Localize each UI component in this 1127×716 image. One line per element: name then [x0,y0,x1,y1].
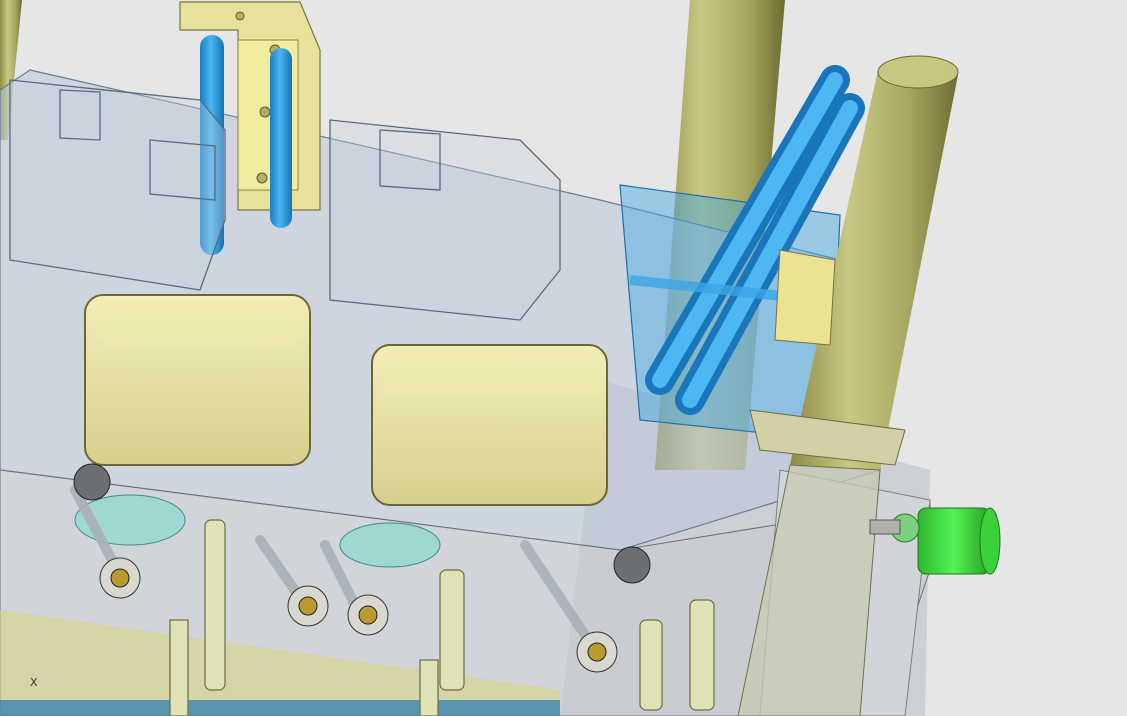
cavity-insert-left [84,294,311,466]
yellow-spacer [774,249,836,346]
cad-viewport[interactable]: X [0,0,1127,716]
mold-assembly-3d-view[interactable] [0,0,1127,716]
base-plate-blue-edge [0,700,560,716]
axis-triad-label: X [30,676,38,689]
cavity-insert-right [371,344,608,506]
